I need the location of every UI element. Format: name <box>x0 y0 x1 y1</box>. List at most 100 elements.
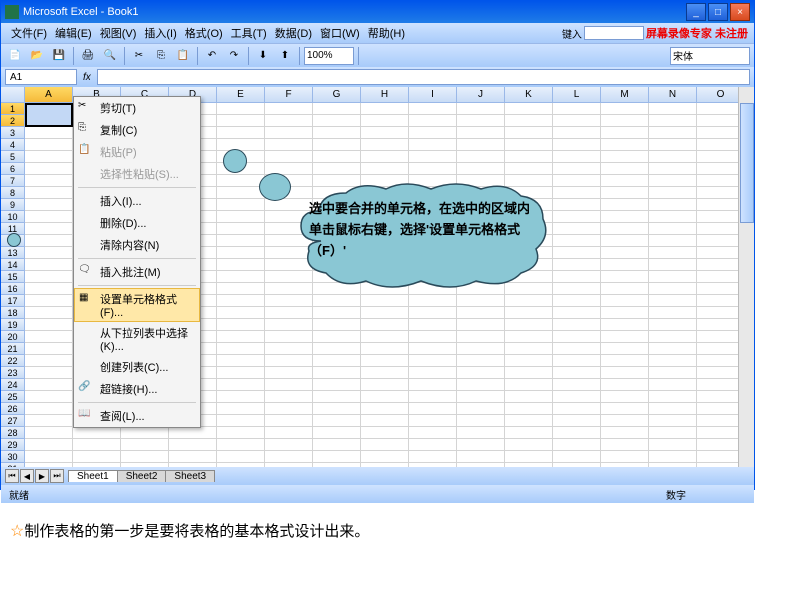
menu-data[interactable]: 数据(D) <box>271 25 316 41</box>
row-header-21[interactable]: 21 <box>1 343 25 355</box>
menu-format[interactable]: 格式(O) <box>181 25 227 41</box>
row-header-4[interactable]: 4 <box>1 139 25 151</box>
menu-insert[interactable]: 插入(I) <box>140 25 180 41</box>
print-icon[interactable]: 🖨 <box>78 46 98 66</box>
menu-item-label: 创建列表(C)... <box>100 362 168 374</box>
help-search-input[interactable] <box>584 26 644 40</box>
sort-desc-icon[interactable]: ⬆ <box>275 46 295 66</box>
sheet-tab-1[interactable]: Sheet1 <box>68 470 118 482</box>
status-ready: 就绪 <box>9 487 29 502</box>
close-button[interactable]: × <box>730 3 750 21</box>
menu-file[interactable]: 文件(F) <box>7 25 51 41</box>
menu-item-icon: ✂ <box>78 100 92 114</box>
context-menu-item[interactable]: ✂剪切(T) <box>74 97 200 119</box>
menu-item-label: 超链接(H)... <box>100 384 157 396</box>
name-box[interactable]: A1 <box>5 69 77 85</box>
menu-view[interactable]: 视图(V) <box>96 25 141 41</box>
vertical-scrollbar[interactable] <box>738 87 754 467</box>
maximize-button[interactable]: □ <box>708 3 728 21</box>
row-header-15[interactable]: 15 <box>1 271 25 283</box>
tab-next-icon[interactable]: ▶ <box>35 469 49 483</box>
row-header-10[interactable]: 10 <box>1 211 25 223</box>
col-header-f[interactable]: F <box>265 87 313 102</box>
context-menu-item[interactable]: 从下拉列表中选择(K)... <box>74 322 200 356</box>
sheet-tab-2[interactable]: Sheet2 <box>117 470 167 482</box>
sort-asc-icon[interactable]: ⬇ <box>253 46 273 66</box>
row-header-13[interactable]: 13 <box>1 247 25 259</box>
preview-icon[interactable]: 🔍 <box>100 46 120 66</box>
row-header-20[interactable]: 20 <box>1 331 25 343</box>
context-menu-item[interactable]: 📖查阅(L)... <box>74 405 200 427</box>
context-menu-item[interactable]: 🗨插入批注(M) <box>74 261 200 283</box>
row-header-14[interactable]: 14 <box>1 259 25 271</box>
col-header-k[interactable]: K <box>505 87 553 102</box>
undo-icon[interactable]: ↶ <box>202 46 222 66</box>
menu-tools[interactable]: 工具(T) <box>227 25 271 41</box>
row-header-6[interactable]: 6 <box>1 163 25 175</box>
context-menu-item[interactable]: 清除内容(N) <box>74 234 200 256</box>
context-menu-item[interactable]: 删除(D)... <box>74 212 200 234</box>
menu-item-label: 删除(D)... <box>100 218 146 230</box>
tab-first-icon[interactable]: ⏮ <box>5 469 19 483</box>
col-header-e[interactable]: E <box>217 87 265 102</box>
row-header-3[interactable]: 3 <box>1 127 25 139</box>
menu-window[interactable]: 窗口(W) <box>316 25 364 41</box>
watermark-text: 屏幕录像专家 未注册 <box>646 25 748 41</box>
col-header-n[interactable]: N <box>649 87 697 102</box>
row-header-1[interactable]: 1 <box>1 103 25 115</box>
open-icon[interactable]: 📂 <box>27 46 47 66</box>
formula-bar[interactable] <box>97 69 750 85</box>
row-header-26[interactable]: 26 <box>1 403 25 415</box>
sheet-tab-3[interactable]: Sheet3 <box>165 470 215 482</box>
row-header-29[interactable]: 29 <box>1 439 25 451</box>
row-header-16[interactable]: 16 <box>1 283 25 295</box>
menu-help[interactable]: 帮助(H) <box>364 25 409 41</box>
tab-prev-icon[interactable]: ◀ <box>20 469 34 483</box>
context-menu-item[interactable]: 创建列表(C)... <box>74 356 200 378</box>
select-all-corner[interactable] <box>1 87 25 102</box>
zoom-select[interactable]: 100% <box>304 47 354 65</box>
row-header-30[interactable]: 30 <box>1 451 25 463</box>
context-menu-item[interactable]: ⎘复制(C) <box>74 119 200 141</box>
row-headers: 1234567891011121314151617181920212223242… <box>1 103 25 467</box>
col-header-a[interactable]: A <box>25 87 73 102</box>
row-header-8[interactable]: 8 <box>1 187 25 199</box>
row-header-24[interactable]: 24 <box>1 379 25 391</box>
cut-icon[interactable]: ✂ <box>129 46 149 66</box>
row-header-9[interactable]: 9 <box>1 199 25 211</box>
menu-item-icon: ▦ <box>79 292 93 306</box>
col-header-j[interactable]: J <box>457 87 505 102</box>
row-header-23[interactable]: 23 <box>1 367 25 379</box>
row-header-7[interactable]: 7 <box>1 175 25 187</box>
menu-edit[interactable]: 编辑(E) <box>51 25 96 41</box>
row-header-2[interactable]: 2 <box>1 115 25 127</box>
fx-icon[interactable]: fx <box>83 72 91 83</box>
context-menu-item[interactable]: ▦设置单元格格式(F)... <box>74 288 200 322</box>
col-header-i[interactable]: I <box>409 87 457 102</box>
row-header-18[interactable]: 18 <box>1 307 25 319</box>
copy-icon[interactable]: ⎘ <box>151 46 171 66</box>
row-header-27[interactable]: 27 <box>1 415 25 427</box>
minimize-button[interactable]: _ <box>686 3 706 21</box>
row-header-25[interactable]: 25 <box>1 391 25 403</box>
context-menu-item[interactable]: 🔗超链接(H)... <box>74 378 200 400</box>
col-header-h[interactable]: H <box>361 87 409 102</box>
col-header-g[interactable]: G <box>313 87 361 102</box>
col-header-l[interactable]: L <box>553 87 601 102</box>
row-header-19[interactable]: 19 <box>1 319 25 331</box>
new-icon[interactable]: 📄 <box>5 46 25 66</box>
col-header-m[interactable]: M <box>601 87 649 102</box>
font-select[interactable]: 宋体 <box>670 47 750 65</box>
row-header-31[interactable]: 31 <box>1 463 25 467</box>
row-header-22[interactable]: 22 <box>1 355 25 367</box>
paste-icon[interactable]: 📋 <box>173 46 193 66</box>
save-icon[interactable]: 💾 <box>49 46 69 66</box>
window-controls: _ □ × <box>686 3 750 21</box>
row-header-5[interactable]: 5 <box>1 151 25 163</box>
scrollbar-thumb[interactable] <box>740 103 754 223</box>
row-header-17[interactable]: 17 <box>1 295 25 307</box>
row-header-28[interactable]: 28 <box>1 427 25 439</box>
context-menu-item[interactable]: 插入(I)... <box>74 190 200 212</box>
redo-icon[interactable]: ↷ <box>224 46 244 66</box>
tab-last-icon[interactable]: ⏭ <box>50 469 64 483</box>
